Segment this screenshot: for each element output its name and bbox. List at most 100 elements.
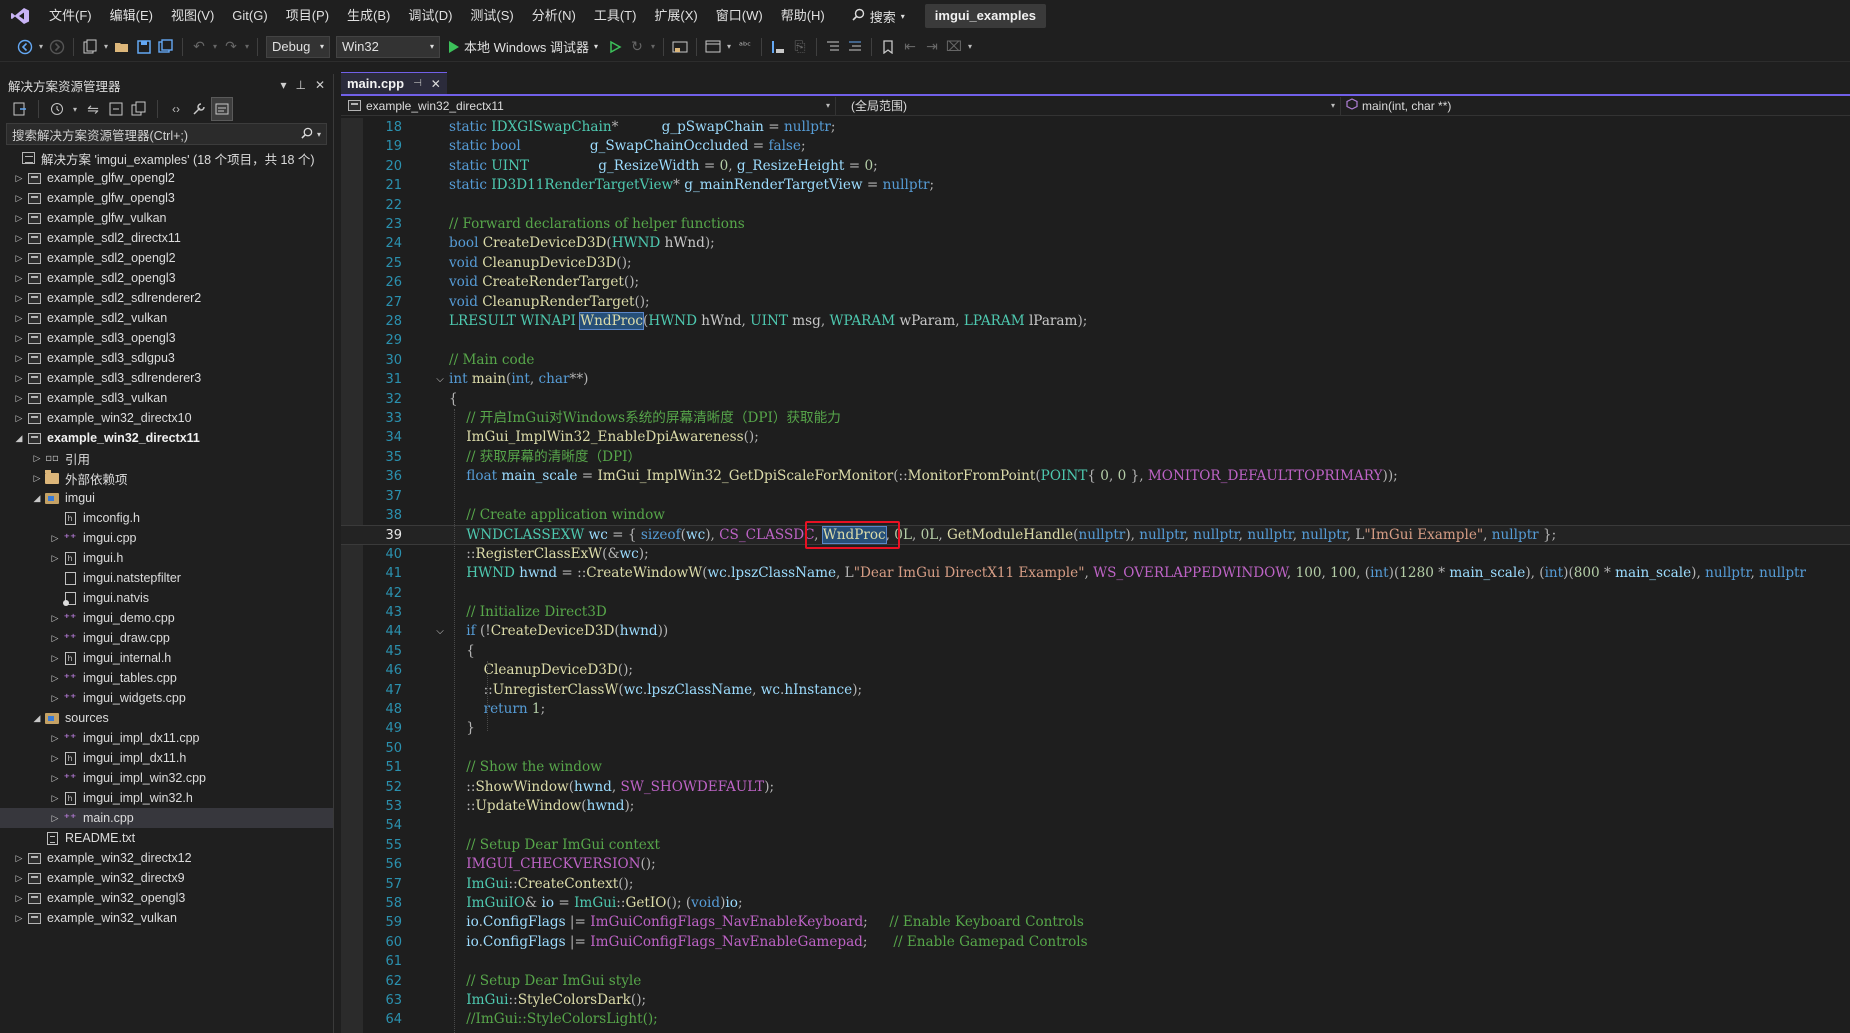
collapsed-caret-icon[interactable]: ▷: [12, 888, 26, 908]
collapsed-caret-icon[interactable]: ▷: [12, 848, 26, 868]
tree-item[interactable]: ▷ example_glfw_vulkan: [0, 208, 333, 228]
tree-item[interactable]: ▷ ▫▫ 引用: [0, 448, 333, 468]
navigate-back-icon[interactable]: [14, 36, 36, 58]
sync-with-active-document-icon[interactable]: [10, 98, 30, 120]
tree-item[interactable]: ▷ example_glfw_opengl2: [0, 168, 333, 188]
show-all-files-icon[interactable]: [129, 98, 149, 120]
collapsed-caret-icon[interactable]: ▷: [30, 468, 44, 488]
collapsed-caret-icon[interactable]: ▷: [12, 908, 26, 928]
tree-item[interactable]: imgui.natvis: [0, 588, 333, 608]
chevron-down-icon[interactable]: ▾: [242, 36, 252, 58]
collapse-all-icon[interactable]: [106, 98, 126, 120]
window-layout-icon[interactable]: [702, 36, 724, 58]
collapsed-caret-icon[interactable]: ▷: [48, 748, 62, 768]
step-over-icon[interactable]: ⎘: [789, 36, 811, 58]
tree-item[interactable]: ▷ example_sdl2_vulkan: [0, 308, 333, 328]
menu-item[interactable]: 生成(B): [338, 4, 399, 28]
collapsed-caret-icon[interactable]: ▷: [12, 368, 26, 388]
comment-lines-icon[interactable]: [822, 36, 844, 58]
tree-item[interactable]: ▷ example_sdl3_opengl3: [0, 328, 333, 348]
collapsed-caret-icon[interactable]: ▷: [12, 328, 26, 348]
menu-item[interactable]: 测试(S): [461, 4, 522, 28]
properties-wrench-icon[interactable]: [189, 98, 209, 120]
clear-bookmarks-icon[interactable]: ⌧: [943, 36, 965, 58]
tree-item[interactable]: ▷ example_sdl2_sdlrenderer2: [0, 288, 333, 308]
tree-item[interactable]: ▷ h imgui_internal.h: [0, 648, 333, 668]
visual-studio-logo-icon[interactable]: [0, 0, 40, 32]
tree-item[interactable]: ◢ example_win32_directx11: [0, 428, 333, 448]
tree-item[interactable]: ▷ example_sdl2_opengl3: [0, 268, 333, 288]
code-text-area[interactable]: 18 static IDXGISwapChain* g_pSwapChain = …: [341, 118, 1850, 1033]
new-project-icon[interactable]: [79, 36, 101, 58]
tree-item[interactable]: ▷ example_sdl3_sdlgpu3: [0, 348, 333, 368]
menu-item[interactable]: 帮助(H): [772, 4, 834, 28]
tree-item[interactable]: ▷ ⁺⁺ imgui_demo.cpp: [0, 608, 333, 628]
tree-item[interactable]: ▷ 外部依赖项: [0, 468, 333, 488]
collapsed-caret-icon[interactable]: ▷: [48, 688, 62, 708]
step-into-icon[interactable]: [767, 36, 789, 58]
menu-item[interactable]: 项目(P): [277, 4, 338, 28]
collapsed-caret-icon[interactable]: ▷: [12, 268, 26, 288]
tree-item[interactable]: ▷ example_sdl2_opengl2: [0, 248, 333, 268]
solution-configuration-dropdown[interactable]: Debug ▾: [266, 35, 330, 58]
pin-icon[interactable]: ⊣: [413, 78, 422, 89]
collapsed-caret-icon[interactable]: ▷: [48, 808, 62, 828]
solution-platform-dropdown[interactable]: Win32 ▾: [336, 35, 440, 58]
collapsed-caret-icon[interactable]: ▷: [12, 868, 26, 888]
tree-item[interactable]: ▷ example_win32_vulkan: [0, 908, 333, 928]
tree-item[interactable]: ▷ ⁺⁺ imgui_widgets.cpp: [0, 688, 333, 708]
menu-item[interactable]: 扩展(X): [645, 4, 706, 28]
tree-item[interactable]: ▷ example_win32_directx10: [0, 408, 333, 428]
open-file-icon[interactable]: [111, 36, 133, 58]
collapsed-caret-icon[interactable]: ▷: [12, 188, 26, 208]
menu-item[interactable]: 编辑(E): [101, 4, 162, 28]
chevron-down-icon[interactable]: ▾: [280, 78, 286, 92]
tree-item[interactable]: h imconfig.h: [0, 508, 333, 528]
collapsed-caret-icon[interactable]: ▷: [12, 228, 26, 248]
collapsed-caret-icon[interactable]: ▷: [48, 728, 62, 748]
fold-toggle-icon[interactable]: ⌵: [434, 622, 446, 641]
chevron-down-icon[interactable]: ▾: [70, 98, 80, 120]
collapsed-caret-icon[interactable]: ▷: [12, 308, 26, 328]
undo-icon[interactable]: ↶: [188, 36, 210, 58]
chevron-down-icon[interactable]: ▾: [965, 36, 975, 58]
tree-item[interactable]: 解决方案 'imgui_examples' (18 个项目，共 18 个): [0, 148, 333, 168]
sync-icon[interactable]: ⇋: [83, 98, 103, 120]
tree-item[interactable]: ▷ ⁺⁺ imgui_draw.cpp: [0, 628, 333, 648]
tree-item[interactable]: ▷ example_sdl3_vulkan: [0, 388, 333, 408]
tree-item[interactable]: ▷ ⁺⁺ imgui_impl_dx11.cpp: [0, 728, 333, 748]
tree-item[interactable]: ◢ imgui: [0, 488, 333, 508]
chevron-down-icon[interactable]: ▾: [724, 36, 734, 58]
tree-item[interactable]: ▷ example_sdl2_directx11: [0, 228, 333, 248]
chevron-down-icon[interactable]: ▾: [210, 36, 220, 58]
preview-selected-items-icon[interactable]: [211, 97, 233, 121]
collapsed-caret-icon[interactable]: ▷: [30, 448, 44, 468]
tree-item[interactable]: ▷ example_win32_opengl3: [0, 888, 333, 908]
tree-item[interactable]: ▷ h imgui.h: [0, 548, 333, 568]
save-all-icon[interactable]: [155, 36, 177, 58]
tree-item[interactable]: ▷ ⁺⁺ imgui_tables.cpp: [0, 668, 333, 688]
collapsed-caret-icon[interactable]: ▷: [48, 788, 62, 808]
pin-icon[interactable]: ⊥: [295, 78, 305, 92]
uncomment-lines-icon[interactable]: [844, 36, 866, 58]
menu-item[interactable]: 调试(D): [399, 4, 461, 28]
start-without-debugging-icon[interactable]: [604, 36, 626, 58]
collapsed-caret-icon[interactable]: ▷: [12, 388, 26, 408]
tab-main-cpp[interactable]: main.cpp ⊣ ✕: [341, 72, 447, 94]
collapsed-caret-icon[interactable]: ▷: [48, 548, 62, 568]
collapsed-caret-icon[interactable]: ▷: [48, 608, 62, 628]
tree-item[interactable]: ▷ example_win32_directx9: [0, 868, 333, 888]
tree-item[interactable]: imgui.natstepfilter: [0, 568, 333, 588]
tree-item[interactable]: ▷ h imgui_impl_dx11.h: [0, 748, 333, 768]
collapsed-caret-icon[interactable]: ▷: [48, 768, 62, 788]
tree-item[interactable]: ▷ ⁺⁺ imgui_impl_win32.cpp: [0, 768, 333, 788]
solution-name-badge[interactable]: imgui_examples: [924, 4, 1046, 28]
expanded-caret-icon[interactable]: ◢: [30, 488, 44, 508]
close-icon[interactable]: ✕: [315, 78, 325, 92]
tree-item[interactable]: ▷ example_sdl3_sdlrenderer3: [0, 368, 333, 388]
collapsed-caret-icon[interactable]: ▷: [12, 248, 26, 268]
next-bookmark-icon[interactable]: ⇥: [921, 36, 943, 58]
pending-changes-filter-icon[interactable]: [47, 98, 67, 120]
member-dropdown[interactable]: main(int, char **): [1341, 97, 1850, 115]
chevron-down-icon[interactable]: ▾: [36, 36, 46, 58]
